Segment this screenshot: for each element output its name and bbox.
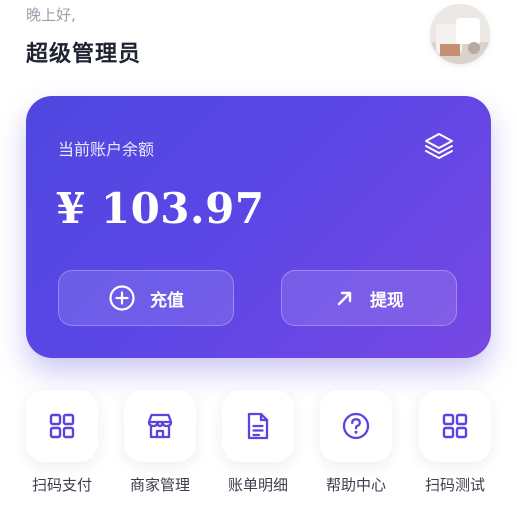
- balance-label: 当前账户余额: [58, 140, 155, 159]
- menu-label: 商家管理: [129, 476, 190, 494]
- grid-icon: [49, 413, 75, 439]
- menu-label: 扫码测试: [424, 476, 485, 494]
- avatar[interactable]: [430, 4, 490, 64]
- balance-amount: ¥ 103.97: [56, 184, 265, 233]
- menu-tile: [222, 390, 294, 462]
- document-icon: [247, 412, 269, 440]
- withdraw-label: 提现: [370, 290, 404, 311]
- grid-icon: [442, 413, 468, 439]
- menu-item-merchant[interactable]: 商家管理: [124, 390, 196, 500]
- withdraw-button[interactable]: 提现: [281, 270, 457, 326]
- recharge-button[interactable]: 充值: [58, 270, 234, 326]
- balance-card: 当前账户余额 ¥ 103.97 充值 提现: [26, 96, 491, 358]
- help-icon: [342, 412, 370, 440]
- menu-label: 帮助中心: [325, 476, 386, 494]
- menu-item-scan-test[interactable]: 扫码测试: [419, 390, 491, 500]
- menu-tile: [26, 390, 98, 462]
- menu-item-help-center[interactable]: 帮助中心: [320, 390, 392, 500]
- menu-item-bill-details[interactable]: 账单明细: [222, 390, 294, 500]
- avatar-image: [430, 4, 490, 64]
- admin-name: 超级管理员: [26, 42, 142, 67]
- menu-tile: [419, 390, 491, 462]
- recharge-label: 充值: [150, 290, 184, 311]
- layers-icon[interactable]: [423, 130, 455, 162]
- greeting-text: 晚上好,: [26, 6, 76, 24]
- menu-tile: [320, 390, 392, 462]
- plus-circle-icon: [109, 285, 135, 311]
- menu-item-scan-pay[interactable]: 扫码支付: [26, 390, 98, 500]
- arrow-up-right-icon: [337, 291, 352, 306]
- menu-label: 账单明细: [227, 476, 288, 494]
- menu-label: 扫码支付: [31, 476, 92, 494]
- store-icon: [147, 413, 173, 439]
- menu-tile: [124, 390, 196, 462]
